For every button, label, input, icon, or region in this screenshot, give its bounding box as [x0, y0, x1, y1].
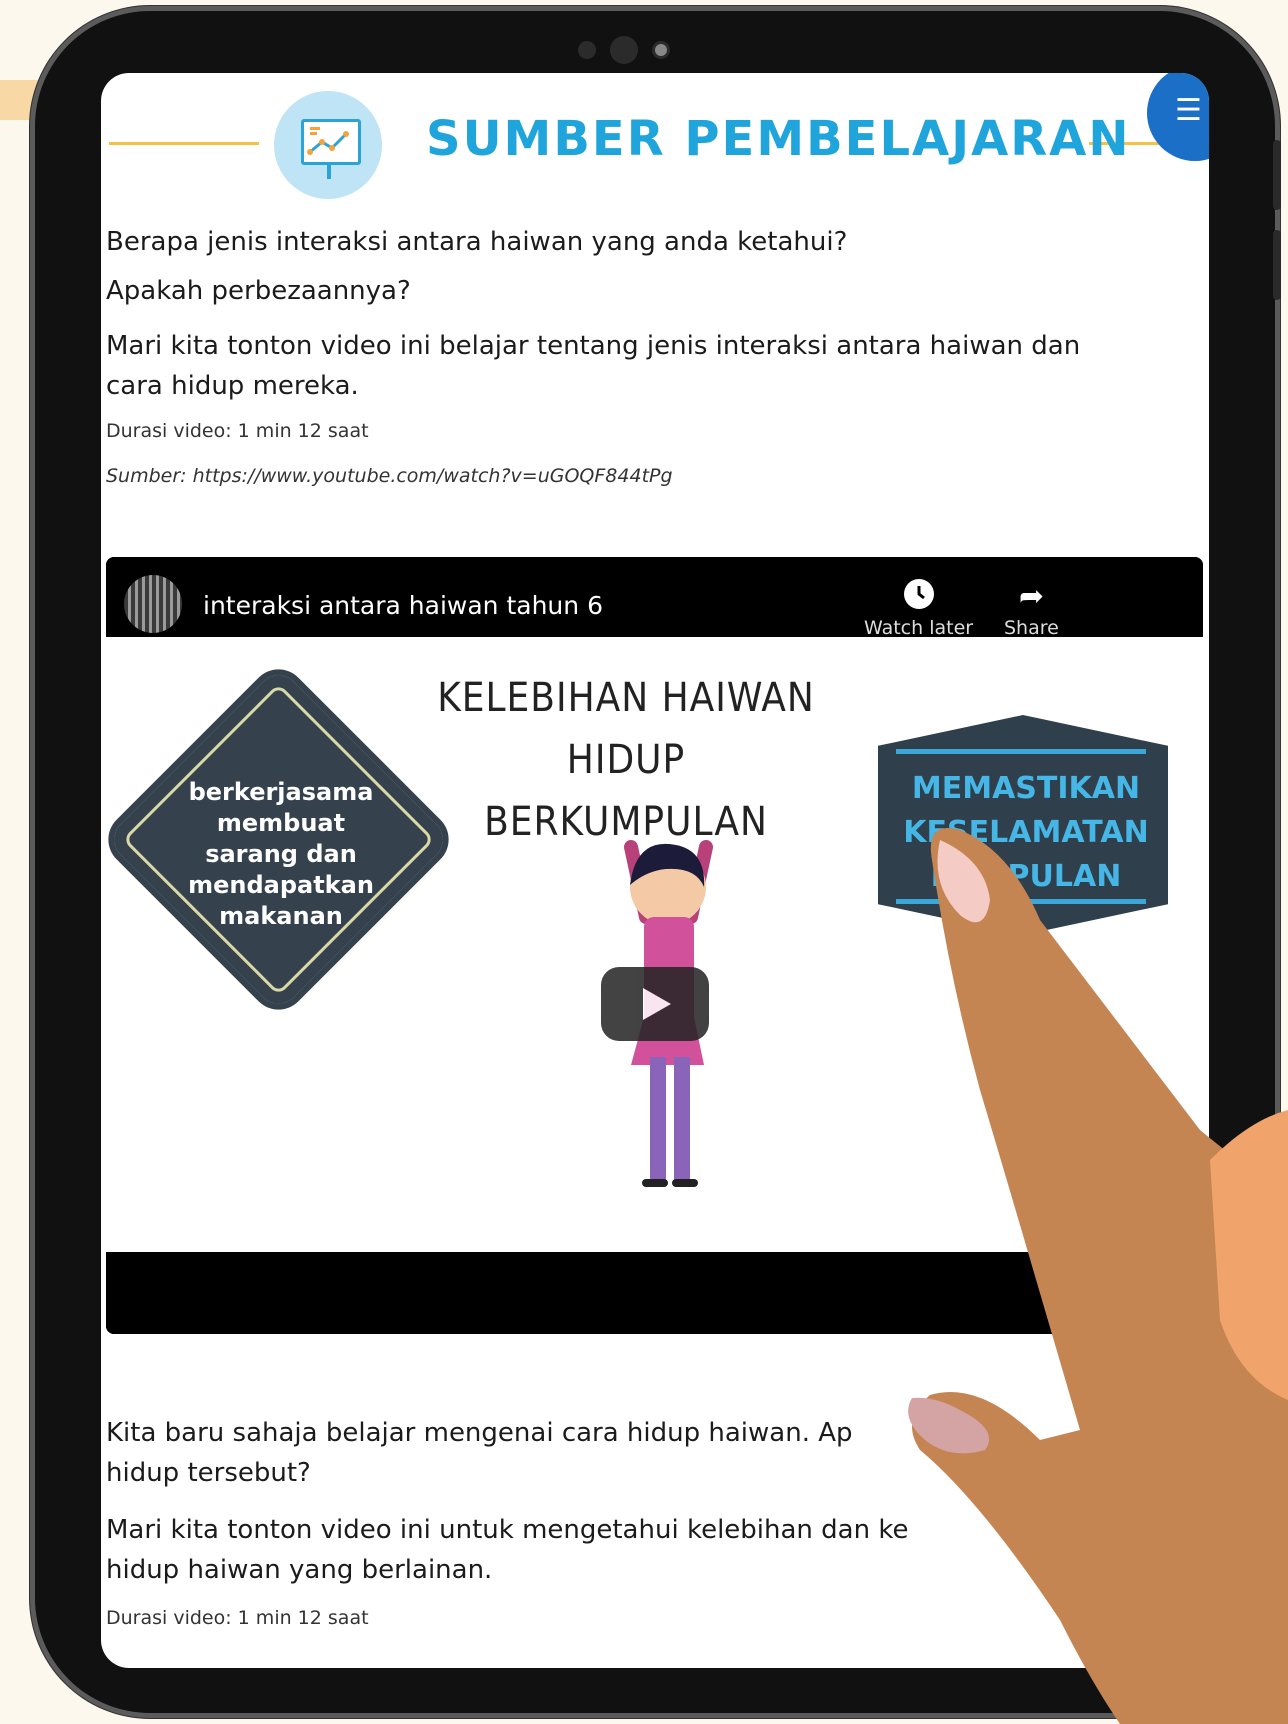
- outro-paragraph-line: Mari kita tonton video ini untuk mengeta…: [106, 1515, 909, 1545]
- intro-paragraph-line: cara hidup mereka.: [106, 371, 359, 401]
- hexagon-line: MEMASTIKAN: [911, 771, 1141, 806]
- hexagon-line: KUMPULAN: [930, 859, 1122, 894]
- powtoon-logo: [1021, 1139, 1065, 1183]
- source-link[interactable]: Sumber: https://www.youtube.com/watch?v=…: [106, 465, 673, 487]
- video-duration: Durasi video: 1 min 12 saat: [106, 1607, 369, 1629]
- video-player[interactable]: interaksi antara haiwan tahun 6 Watch la…: [106, 557, 1203, 1334]
- video-duration: Durasi video: 1 min 12 saat: [106, 420, 369, 442]
- video-frame[interactable]: berkerjasama membuat sarang dan mendapat…: [106, 637, 1203, 1252]
- play-button[interactable]: [601, 967, 709, 1041]
- outro-paragraph-line: hidup tersebut?: [106, 1458, 311, 1488]
- outro-paragraph-line: hidup haiwan yang berlainan.: [106, 1555, 493, 1585]
- power-button: [1273, 230, 1281, 300]
- slide-title-line: KELEBIHAN HAIWAN HIDUP: [437, 675, 815, 783]
- watch-later-button[interactable]: Watch later: [864, 579, 973, 639]
- diamond-line: makanan: [219, 902, 343, 930]
- hexagon-accent-line: [896, 899, 1146, 904]
- outro-paragraph-line: Kita baru sahaja belajar mengenai cara h…: [106, 1418, 1031, 1448]
- volume-button: [1273, 140, 1281, 210]
- powtoon-badge: CREATED: [1001, 1122, 1081, 1192]
- presentation-chart-icon: [274, 91, 382, 199]
- diamond-line: sarang dan: [205, 840, 357, 868]
- intro-paragraph-line: Mari kita tonton video ini belajar tenta…: [106, 331, 1081, 361]
- outro-text: jenis ca: [932, 1418, 1032, 1448]
- share-button[interactable]: ➦ Share: [1004, 579, 1059, 639]
- tablet-camera: [578, 36, 670, 64]
- header-divider-left: [109, 142, 259, 145]
- menu-button[interactable]: ☰: [1147, 73, 1209, 161]
- clock-icon: [903, 579, 934, 609]
- hexagon-line: KESELAMATAN: [903, 815, 1149, 850]
- left-diamond-card: berkerjasama membuat sarang dan mendapat…: [106, 666, 452, 1017]
- menu-icon: ☰: [1175, 93, 1202, 128]
- video-title[interactable]: interaksi antara haiwan tahun 6: [203, 591, 603, 620]
- question-text: Berapa jenis interaksi antara haiwan yan…: [106, 227, 848, 257]
- diamond-line: mendapatkan: [188, 871, 374, 899]
- question-text: Apakah perbezaannya?: [106, 276, 411, 306]
- watch-later-label: Watch later: [864, 617, 974, 639]
- video-bottom-bar: [106, 1252, 1203, 1334]
- channel-avatar[interactable]: [124, 575, 182, 633]
- diamond-line: berkerjasama: [188, 778, 374, 806]
- video-top-bar: interaksi antara haiwan tahun 6 Watch la…: [106, 557, 1203, 639]
- hexagon-accent-line: [896, 749, 1146, 754]
- hexagon-text: MEMASTIKAN KESELAMATAN KUMPULAN: [886, 767, 1166, 899]
- tablet-screen: SUMBER PEMBELAJARAN ☰ Berapa jenis inter…: [101, 73, 1209, 1668]
- badge-text: CREATED: [1001, 1122, 1057, 1135]
- page-title: SUMBER PEMBELAJARAN: [426, 111, 1131, 167]
- outro-text: Kita baru sahaja belajar mengenai cara h…: [106, 1418, 853, 1448]
- share-icon: ➦: [1018, 579, 1044, 614]
- diamond-line: membuat: [216, 809, 346, 837]
- share-label: Share: [1004, 617, 1059, 639]
- page-header: SUMBER PEMBELAJARAN ☰: [101, 73, 1209, 213]
